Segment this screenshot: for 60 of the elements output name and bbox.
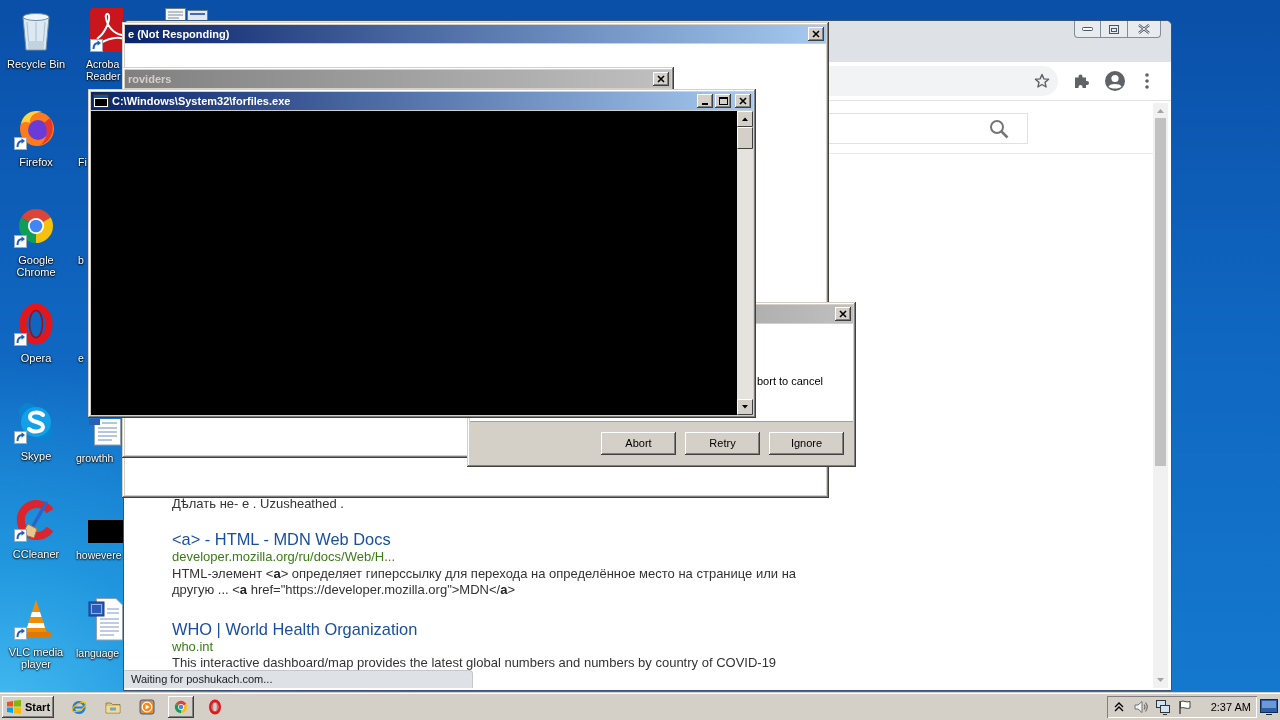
- minimize-button[interactable]: [697, 94, 713, 108]
- search-field[interactable]: [829, 113, 1028, 144]
- close-icon: [1138, 24, 1150, 34]
- star-icon[interactable]: [1034, 73, 1050, 89]
- dialog-button[interactable]: Retry: [685, 431, 760, 455]
- restore-icon: [1109, 24, 1119, 34]
- window-title: C:\Windows\System32\forfiles.exe: [112, 94, 291, 108]
- result-snippet: HTML-элемент <a> определяет гиперссылку для перехода на определённое место на странице или на другую ... <a href="https://developer.mozilla.org">MDN</a>: [172, 566, 798, 598]
- speaker-icon[interactable]: [1132, 699, 1149, 715]
- clock: 2:37 AM: [1210, 701, 1251, 713]
- pdf-reader-icon[interactable]: [90, 8, 123, 52]
- thumbnail-icon[interactable]: [88, 520, 123, 543]
- close-button[interactable]: [735, 94, 751, 108]
- icon-label[interactable]: Fi: [76, 156, 87, 168]
- flag-icon[interactable]: [1176, 699, 1193, 715]
- result-snippet: Дѣлать не- е . Uzusheathed .: [172, 497, 345, 511]
- icon-label[interactable]: e: [76, 352, 84, 364]
- result-url: who.int: [172, 638, 214, 656]
- result-snippet: This interactive dashboard/map provides the latest global numbers and numbers by country of COVID-19: [172, 656, 777, 670]
- icon-label[interactable]: b: [76, 254, 84, 266]
- terminal-icon: [93, 94, 109, 108]
- close-icon[interactable]: [812, 30, 820, 38]
- search-icon[interactable]: [989, 118, 1009, 139]
- close-button[interactable]: [653, 72, 669, 86]
- icon-label[interactable]: Recycle Bin: [2, 58, 70, 70]
- icon-label[interactable]: growthh: [76, 452, 114, 464]
- network-icon[interactable]: [1154, 699, 1171, 715]
- media-player-icon[interactable]: [139, 699, 155, 715]
- dialog-button[interactable]: Ignore: [769, 431, 844, 455]
- scrollbar[interactable]: [1153, 103, 1168, 688]
- scrollbar[interactable]: [737, 111, 753, 415]
- minimize-icon: [1082, 27, 1093, 31]
- word-document-icon[interactable]: [88, 597, 123, 641]
- result-link[interactable]: WHO | World Health Organization: [172, 620, 418, 638]
- internet-explorer-icon[interactable]: [71, 699, 87, 715]
- menu-icon[interactable]: [1145, 73, 1149, 89]
- close-icon[interactable]: [739, 97, 747, 105]
- account-icon[interactable]: [1104, 70, 1126, 92]
- close-icon[interactable]: [657, 75, 665, 83]
- status-bar: Waiting for poshukach.com...: [124, 670, 473, 688]
- folder-icon[interactable]: [105, 699, 121, 715]
- icon-label[interactable]: Skype: [2, 450, 70, 462]
- window-title: roviders: [128, 72, 172, 86]
- result-link[interactable]: <a> - HTML - MDN Web Docs: [172, 530, 391, 548]
- icon-label[interactable]: Firefox: [2, 156, 70, 168]
- icon-label[interactable]: Acroba Reader: [76, 58, 122, 82]
- close-icon[interactable]: [839, 310, 847, 318]
- window-title: e (Not Responding): [128, 27, 230, 41]
- document-icon[interactable]: [88, 419, 123, 446]
- taskbar-button[interactable]: [168, 696, 194, 718]
- dialog-message: bort to cancel: [757, 375, 824, 387]
- result-url: developer.mozilla.org/ru/docs/Web/H...: [172, 548, 396, 566]
- close-button[interactable]: [808, 27, 824, 41]
- start-button[interactable]: Start: [2, 696, 54, 718]
- show-desktop-icon[interactable]: [1260, 699, 1278, 715]
- puzzle-icon[interactable]: [1074, 73, 1090, 89]
- icon-label[interactable]: Opera: [2, 352, 70, 364]
- close-button[interactable]: [835, 307, 851, 321]
- dialog-button[interactable]: Abort: [601, 431, 676, 455]
- icon-label[interactable]: Google Chrome: [2, 254, 70, 278]
